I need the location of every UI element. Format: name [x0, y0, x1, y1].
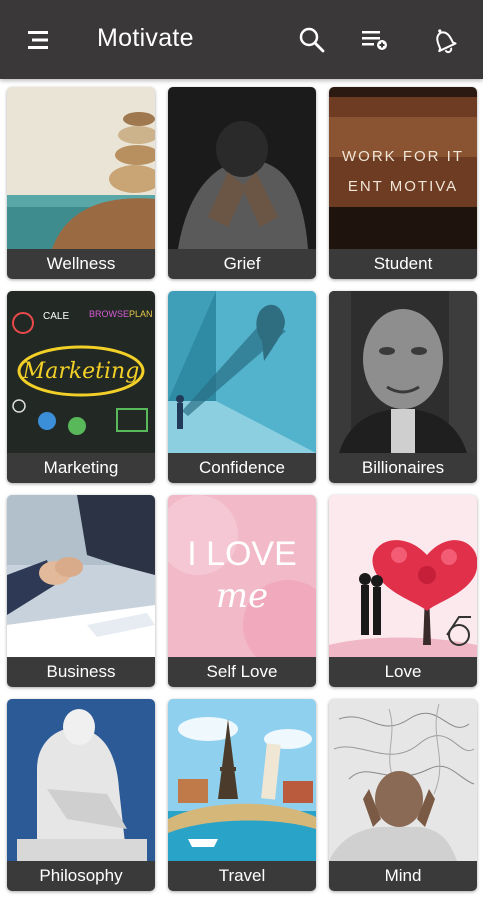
bell-icon[interactable] [428, 24, 460, 56]
marketing-image: Marketing CALE BROWSE PLAN [7, 291, 155, 453]
menu-icon[interactable] [24, 26, 52, 54]
philosophy-image [7, 699, 155, 861]
category-card-love[interactable]: Love [329, 495, 477, 687]
category-card-billionaires[interactable]: Billionaires [329, 291, 477, 483]
category-label: Travel [168, 861, 316, 891]
app-bar: Motivate [0, 0, 483, 79]
category-card-travel[interactable]: Travel [168, 699, 316, 891]
self-love-image-text: I LOVE [187, 535, 297, 573]
category-label: Marketing [7, 453, 155, 483]
marketing-image-text: CALE [43, 311, 69, 322]
marketing-image-text: PLAN [129, 309, 153, 319]
marketing-image-text: Marketing [22, 359, 140, 384]
travel-image [168, 699, 316, 861]
search-icon[interactable] [296, 24, 328, 56]
category-label: Billionaires [329, 453, 477, 483]
category-card-student[interactable]: WORK FOR IT ENT MOTIVA Student [329, 87, 477, 279]
category-label: Philosophy [7, 861, 155, 891]
student-image: WORK FOR IT ENT MOTIVA [329, 87, 477, 249]
category-label: Self Love [168, 657, 316, 687]
student-image-text: WORK FOR IT [342, 148, 464, 165]
category-label: Mind [329, 861, 477, 891]
playlist-add-icon[interactable] [359, 24, 391, 56]
business-image [7, 495, 155, 657]
category-card-grief[interactable]: Grief [168, 87, 316, 279]
love-image [329, 495, 477, 657]
confidence-image [168, 291, 316, 453]
category-label: Wellness [7, 249, 155, 279]
category-label: Business [7, 657, 155, 687]
marketing-image-text: BROWSE [89, 309, 129, 319]
category-card-philosophy[interactable]: Philosophy [7, 699, 155, 891]
category-card-marketing[interactable]: Marketing CALE BROWSE PLAN Marketing [7, 291, 155, 483]
category-card-wellness[interactable]: Wellness [7, 87, 155, 279]
self-love-image: I LOVE me [168, 495, 316, 657]
category-label: Student [329, 249, 477, 279]
category-grid: Wellness Grief WORK FOR IT ENT MOTIVA St… [0, 79, 483, 900]
category-card-mind[interactable]: Mind [329, 699, 477, 891]
category-card-self-love[interactable]: I LOVE me Self Love [168, 495, 316, 687]
wellness-image [7, 87, 155, 249]
self-love-image-text: me [216, 576, 268, 616]
category-card-business[interactable]: Business [7, 495, 155, 687]
grief-image [168, 87, 316, 249]
category-label: Confidence [168, 453, 316, 483]
category-card-confidence[interactable]: Confidence [168, 291, 316, 483]
student-image-text: ENT MOTIVA [348, 178, 458, 195]
billionaires-image [329, 291, 477, 453]
mind-image [329, 699, 477, 861]
category-label: Love [329, 657, 477, 687]
app-title: Motivate [97, 24, 194, 52]
category-label: Grief [168, 249, 316, 279]
